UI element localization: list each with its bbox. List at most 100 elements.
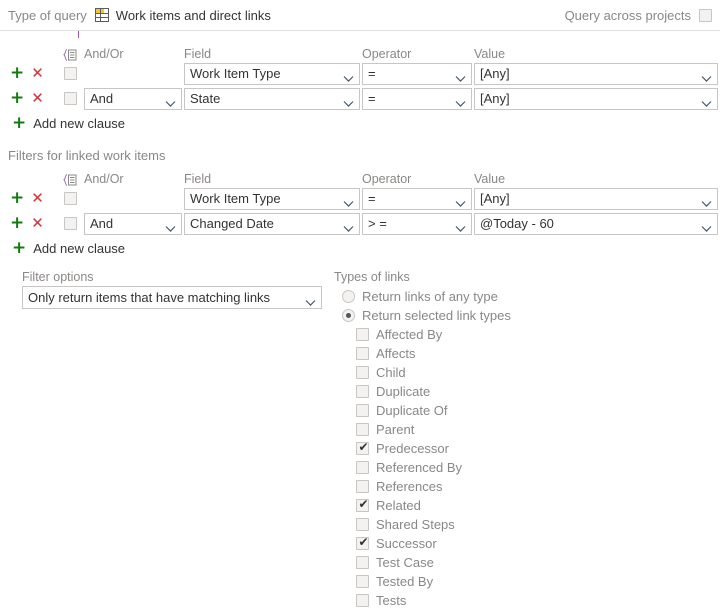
checkbox-icon[interactable]: [356, 328, 369, 341]
link-type-tests[interactable]: Tests: [334, 591, 720, 608]
link-type-child[interactable]: Child: [334, 363, 720, 382]
radio-return-links-any-type[interactable]: Return links of any type: [334, 287, 720, 306]
query-type-selector[interactable]: Work items and direct links: [94, 8, 271, 23]
clause-group-checkbox[interactable]: [63, 217, 77, 230]
checkbox-icon[interactable]: [356, 594, 369, 607]
checkbox-icon[interactable]: [356, 575, 369, 588]
link-type-parent[interactable]: Parent: [334, 420, 720, 439]
query-type-bar: Type of query Work items and direct link…: [0, 0, 720, 30]
checkbox-icon[interactable]: [356, 461, 369, 474]
checkbox-icon[interactable]: [356, 347, 369, 360]
row-actions: + ✕: [0, 215, 56, 232]
link-type-successor[interactable]: Successor: [334, 534, 720, 553]
filter-options-select[interactable]: Only return items that have matching lin…: [22, 286, 322, 309]
delete-clause-icon[interactable]: ✕: [31, 91, 44, 106]
filter-options-label: Filter options: [22, 270, 94, 284]
field-value: Changed Date: [190, 216, 274, 231]
clause-group-checkbox[interactable]: [63, 192, 77, 205]
delete-clause-icon[interactable]: ✕: [31, 191, 44, 206]
checkbox-icon[interactable]: [356, 535, 370, 550]
checkbox-icon[interactable]: [356, 497, 370, 512]
value-select[interactable]: @Today - 60: [474, 212, 718, 235]
link-type-test-case[interactable]: Test Case: [334, 553, 720, 572]
value-value: [Any]: [480, 91, 510, 106]
clause-group-cell: [56, 67, 84, 80]
link-type-affects[interactable]: Affects: [334, 344, 720, 363]
query-across-projects-control[interactable]: Query across projects: [565, 8, 712, 23]
operator-select[interactable]: > =: [362, 212, 472, 235]
add-clause-icon[interactable]: +: [10, 215, 24, 232]
link-type-duplicate-of[interactable]: Duplicate Of: [334, 401, 720, 420]
operator-value: =: [368, 191, 376, 206]
andor-select[interactable]: And: [84, 212, 182, 235]
add-new-clause-label: Add new clause: [33, 115, 126, 131]
value-select[interactable]: [Any]: [474, 62, 718, 85]
radio-icon[interactable]: [342, 309, 355, 322]
checkbox-icon[interactable]: [356, 423, 369, 436]
clause-group-checkbox[interactable]: [63, 92, 77, 105]
chevron-down-icon: [343, 95, 354, 107]
link-type-label: Successor: [376, 536, 437, 551]
operator-select[interactable]: =: [362, 87, 472, 110]
checkbox-icon[interactable]: [356, 366, 369, 379]
query-across-projects-checkbox[interactable]: [699, 8, 712, 22]
linked-clause-row: + ✕ And Changed Date > = @Today - 60: [0, 211, 720, 236]
checkbox-icon[interactable]: [356, 518, 369, 531]
delete-clause-icon[interactable]: ✕: [31, 66, 44, 81]
row-actions: + ✕: [0, 65, 56, 82]
checkbox-icon[interactable]: [356, 404, 369, 417]
chevron-down-icon: [455, 95, 466, 107]
operator-value: =: [368, 91, 376, 106]
andor-select[interactable]: And: [84, 87, 182, 110]
field-select[interactable]: State: [184, 87, 360, 110]
checkbox-icon[interactable]: [356, 556, 369, 569]
andor-select: [84, 63, 182, 85]
value-select[interactable]: [Any]: [474, 187, 718, 210]
checkbox-icon[interactable]: [356, 480, 369, 493]
value-select[interactable]: [Any]: [474, 87, 718, 110]
add-clause-icon[interactable]: +: [10, 65, 24, 82]
chevron-down-icon: [701, 70, 712, 82]
row-actions: + ✕: [0, 90, 56, 107]
link-type-tested-by[interactable]: Tested By: [334, 572, 720, 591]
add-new-clause-label: Add new clause: [33, 240, 126, 256]
clause-row: + ✕ And State = [Any]: [0, 86, 720, 111]
link-type-related[interactable]: Related: [334, 496, 720, 515]
link-type-shared-steps[interactable]: Shared Steps: [334, 515, 720, 534]
chevron-down-icon: [343, 70, 354, 82]
radio-return-selected-link-types[interactable]: Return selected link types: [334, 306, 720, 325]
add-clause-icon[interactable]: +: [10, 190, 24, 207]
field-select[interactable]: Work Item Type: [184, 62, 360, 85]
checkbox-icon[interactable]: [356, 385, 369, 398]
chevron-down-icon: [701, 220, 712, 232]
delete-clause-icon[interactable]: ✕: [31, 216, 44, 231]
operator-select[interactable]: =: [362, 187, 472, 210]
link-type-predecessor[interactable]: Predecessor: [334, 439, 720, 458]
link-type-label: Duplicate Of: [376, 403, 448, 418]
row-actions: + ✕: [0, 190, 56, 207]
col-head-value: Value: [474, 172, 506, 186]
chevron-down-icon: [455, 195, 466, 207]
clause-group-cell: [56, 217, 84, 230]
field-value: Work Item Type: [190, 66, 281, 81]
top-clauses-section: And/Or Field Operator Value + ✕ Work Ite…: [0, 31, 720, 135]
add-new-clause-button[interactable]: + Add new clause: [0, 111, 720, 135]
field-select[interactable]: Work Item Type: [184, 187, 360, 210]
clause-group-checkbox[interactable]: [63, 67, 77, 80]
add-new-clause-button[interactable]: + Add new clause: [0, 236, 720, 260]
link-type-duplicate[interactable]: Duplicate: [334, 382, 720, 401]
link-type-references[interactable]: References: [334, 477, 720, 496]
radio-icon[interactable]: [342, 290, 355, 303]
link-type-affected-by[interactable]: Affected By: [334, 325, 720, 344]
checkbox-icon[interactable]: [356, 440, 370, 455]
col-head-operator: Operator: [362, 172, 412, 186]
col-head-operator: Operator: [362, 47, 412, 61]
field-select[interactable]: Changed Date: [184, 212, 360, 235]
col-head-value: Value: [474, 47, 506, 61]
link-type-label: Related: [376, 498, 421, 513]
operator-select[interactable]: =: [362, 62, 472, 85]
link-type-referenced-by[interactable]: Referenced By: [334, 458, 720, 477]
clause-group-cell: [56, 92, 84, 105]
add-clause-icon[interactable]: +: [10, 90, 24, 107]
link-type-label: Predecessor: [376, 441, 449, 456]
